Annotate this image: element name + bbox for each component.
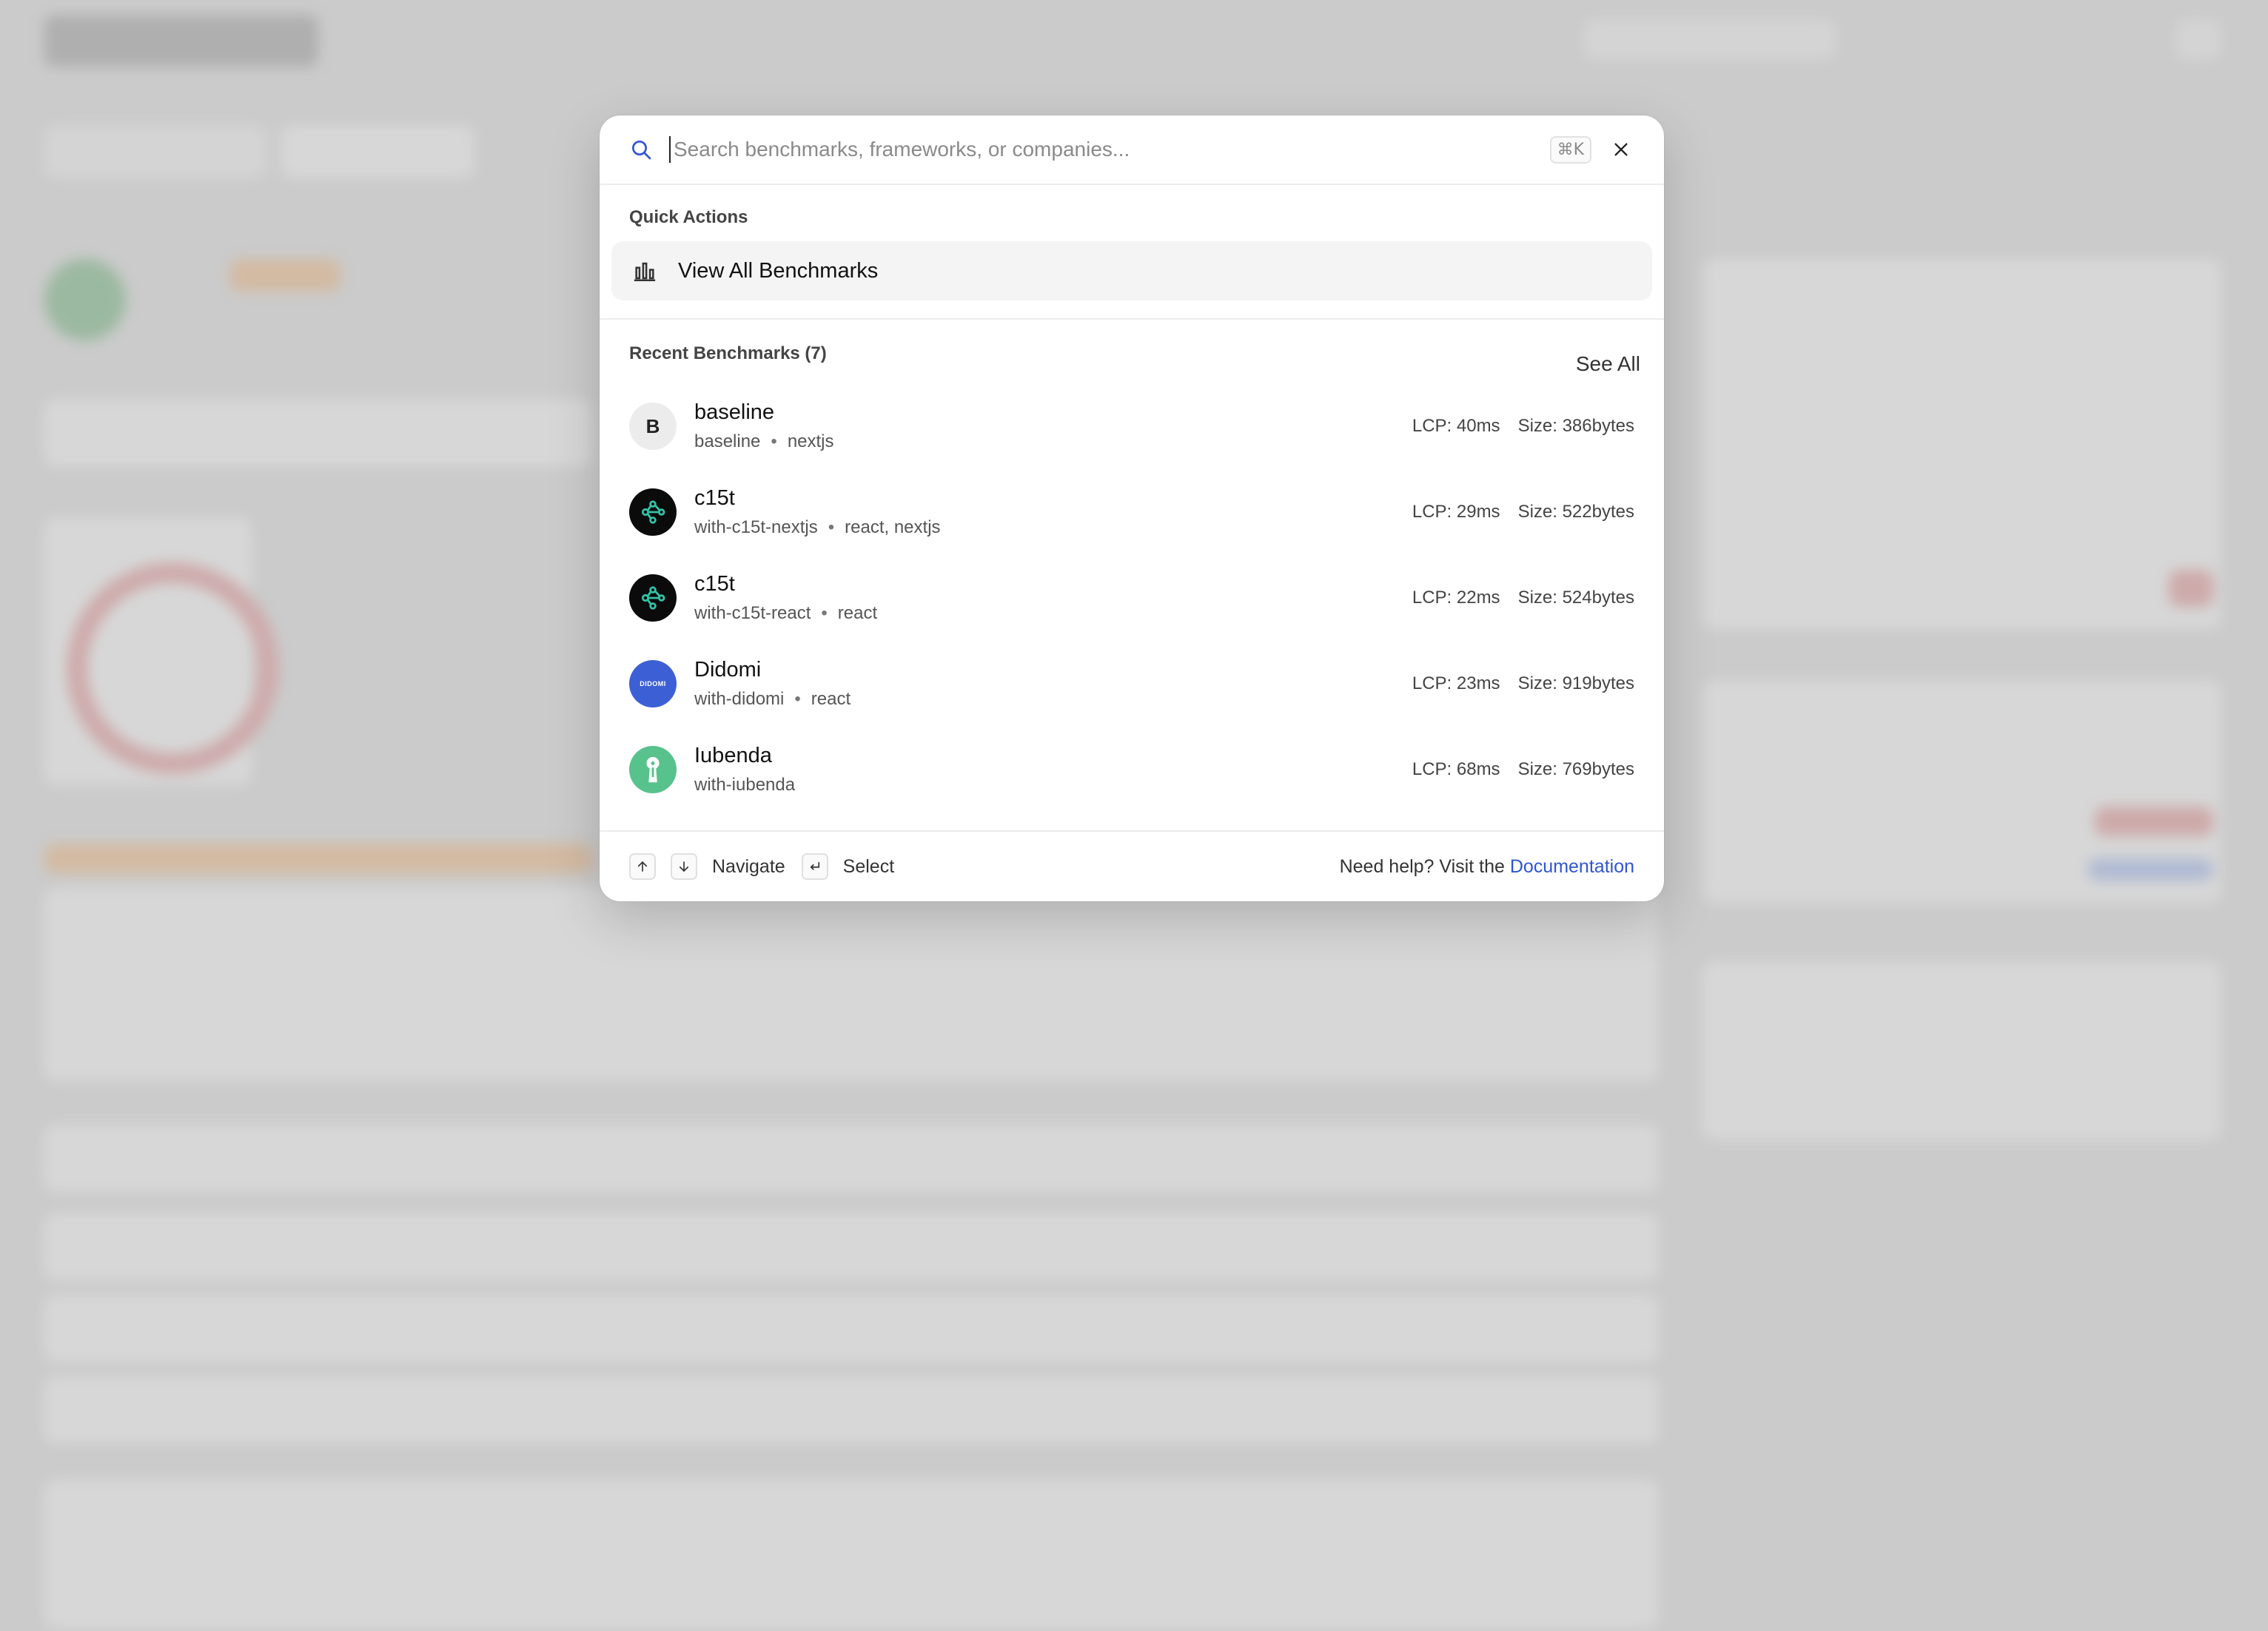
benchmark-frameworks: react, nextjs [845,517,941,537]
benchmark-row-c15t-react[interactable]: c15t with-c15t-react • react LCP: 22ms Siz… [629,555,1634,641]
separator-dot: • [828,517,835,537]
benchmark-frameworks: nextjs [787,431,834,451]
view-all-benchmarks-label: View All Benchmarks [678,258,879,283]
benchmark-name: c15t [694,572,735,596]
enter-key [801,853,828,880]
lcp-metric: LCP: 29ms [1412,502,1500,522]
search-icon [632,141,651,160]
benchmark-row-didomi[interactable]: DIDOMI Didomi with-didomi • react LCP: 23m… [629,641,1634,727]
dialog-footer: Navigate Select Need help? Visit the Doc… [600,830,1664,901]
help-label: Need help? Visit the [1339,855,1505,877]
select-hint: Select [842,855,895,877]
separator-dot: • [794,689,801,709]
documentation-link[interactable]: Documentation [1510,856,1634,877]
benchmark-slug: with-c15t-react [694,603,811,623]
view-all-benchmarks-action[interactable]: View All Benchmarks [611,241,1652,300]
didomi-logo-icon: DIDOMI [629,660,677,707]
benchmark-name: Iubenda [694,744,772,767]
help-text: Need help? Visit the Documentation [1340,856,1634,878]
arrow-down-key [671,853,697,880]
separator-dot: • [821,603,828,623]
quick-actions-title: Quick Actions [629,207,748,227]
search-input[interactable] [669,136,1538,163]
search-bar: ⌘K [600,115,1664,185]
navigate-hint: Navigate [712,855,785,877]
benchmark-name: Didomi [694,658,762,682]
close-icon [1614,143,1628,156]
bar-chart-icon [634,262,656,282]
quick-actions-section: Quick Actions View All Benchmarks [600,185,1664,320]
shortcut-hint: ⌘K [1549,135,1591,164]
arrow-up-key [629,853,656,880]
close-button[interactable] [1608,136,1634,163]
enter-icon [810,861,819,870]
benchmark-name: baseline [694,400,775,424]
recent-benchmarks-section: Recent Benchmarks (7) See All B baseline… [600,320,1664,820]
benchmark-slug: baseline [694,431,761,451]
benchmark-name: c15t [694,486,735,510]
lcp-metric: LCP: 68ms [1412,759,1500,779]
size-metric: Size: 919bytes [1517,673,1634,693]
separator-dot: • [771,431,777,451]
size-metric: Size: 522bytes [1517,502,1634,522]
benchmark-row-baseline[interactable]: B baseline baseline • nextjs LCP: 40ms Siz… [629,383,1634,469]
arrow-up-icon [637,861,648,872]
benchmark-slug: with-didomi [694,689,785,709]
benchmark-slug: with-c15t-nextjs [694,517,818,537]
c15t-logo-icon [629,488,677,536]
iubenda-logo-icon [629,746,677,793]
benchmark-frameworks: react [837,603,878,623]
lcp-metric: LCP: 23ms [1412,673,1500,693]
size-metric: Size: 769bytes [1517,759,1634,779]
search-dialog: ⌘K Quick Actions View All Benchmarks Rec… [600,115,1664,901]
size-metric: Size: 524bytes [1517,588,1634,608]
benchmark-slug: with-iubenda [694,775,796,795]
benchmark-row-iubenda[interactable]: Iubenda with-iubenda LCP: 68ms Size: 769… [629,727,1634,813]
benchmark-row-c15t-nextjs[interactable]: c15t with-c15t-nextjs • react, nextjs LCP:… [629,469,1634,555]
recent-benchmarks-title: Recent Benchmarks (7) [629,343,827,363]
benchmark-frameworks: react [811,689,851,709]
arrow-down-icon [679,861,689,872]
lcp-metric: LCP: 40ms [1412,416,1500,436]
c15t-logo-icon [629,574,677,622]
lcp-metric: LCP: 22ms [1412,588,1500,608]
letter-avatar: B [629,403,677,450]
see-all-link[interactable]: See All [1576,352,1640,376]
size-metric: Size: 386bytes [1517,416,1634,436]
